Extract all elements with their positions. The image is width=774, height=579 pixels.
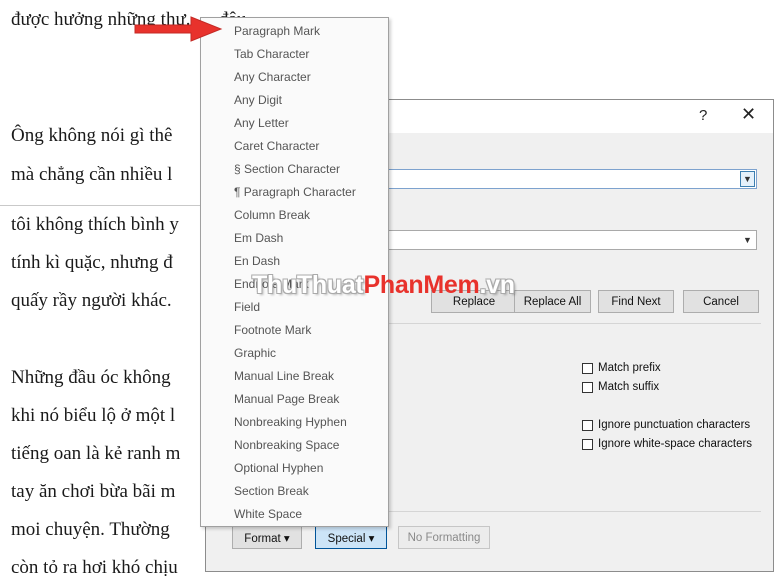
watermark-part: .vn <box>479 271 515 299</box>
match-prefix-label: Match prefix <box>598 362 661 374</box>
doc-line: còn tỏ ra hơi khó chịu <box>11 557 178 578</box>
menu-item-section-character[interactable]: § Section Character <box>234 162 340 176</box>
replace-with-input[interactable]: ▼ <box>386 230 757 250</box>
menu-item-section-break[interactable]: Section Break <box>234 484 309 498</box>
doc-line: khi nó biểu lộ ở một l <box>11 405 176 426</box>
doc-line: mà chẳng cần nhiều l <box>11 164 173 185</box>
menu-item-graphic[interactable]: Graphic <box>234 346 276 360</box>
no-formatting-button: No Formatting <box>398 526 490 549</box>
find-next-button[interactable]: Find Next <box>598 290 674 313</box>
doc-line: tay ăn chơi bừa bãi m <box>11 481 176 502</box>
ignore-whitespace-checkbox[interactable]: Ignore white-space characters <box>582 438 752 450</box>
menu-item-field[interactable]: Field <box>234 300 260 314</box>
menu-item-white-space[interactable]: White Space <box>234 507 302 521</box>
match-suffix-label: Match suffix <box>598 381 660 393</box>
watermark-logo: ThuThuatPhanMem.vn <box>252 271 515 300</box>
red-arrow-icon <box>134 16 223 42</box>
menu-item-column-break[interactable]: Column Break <box>234 208 310 222</box>
format-button[interactable]: Format ▾ <box>232 526 302 549</box>
menu-item-any-digit[interactable]: Any Digit <box>234 93 282 107</box>
cancel-button[interactable]: Cancel <box>683 290 759 313</box>
close-icon[interactable]: ✕ <box>741 104 756 125</box>
help-icon[interactable]: ? <box>699 107 707 124</box>
menu-item-nonbreaking-space[interactable]: Nonbreaking Space <box>234 438 339 452</box>
watermark-part: ThuThuat <box>252 271 364 299</box>
doc-line: Ông không nói gì thê <box>11 125 173 146</box>
ignore-whitespace-label: Ignore white-space characters <box>598 438 753 450</box>
menu-item-any-letter[interactable]: Any Letter <box>234 116 289 130</box>
chevron-down-icon[interactable]: ▼ <box>740 171 755 187</box>
doc-line: moi chuyện. Thường <box>11 519 170 540</box>
special-button[interactable]: Special ▾ <box>315 526 387 549</box>
checkbox-box[interactable] <box>582 438 593 450</box>
ignore-punctuation-label: Ignore punctuation characters <box>598 419 751 431</box>
doc-line: quấy rầy người khác. <box>11 290 172 311</box>
find-what-input[interactable]: ▼ <box>386 169 757 189</box>
menu-item-optional-hyphen[interactable]: Optional Hyphen <box>234 461 323 475</box>
menu-item-caret-character[interactable]: Caret Character <box>234 139 319 153</box>
menu-item-manual-page-break[interactable]: Manual Page Break <box>234 392 339 406</box>
checkbox-box[interactable] <box>582 362 593 374</box>
doc-line: tôi không thích bình y <box>11 214 179 235</box>
menu-item-tab-character[interactable]: Tab Character <box>234 47 309 61</box>
doc-line: tiếng oan là kẻ ranh m <box>11 443 181 464</box>
checkbox-box[interactable] <box>582 381 593 393</box>
replace-all-button[interactable]: Replace All <box>514 290 591 313</box>
checkbox-box[interactable] <box>582 419 593 431</box>
menu-item-nonbreaking-hyphen[interactable]: Nonbreaking Hyphen <box>234 415 347 429</box>
doc-divider <box>0 205 205 206</box>
menu-item-manual-line-break[interactable]: Manual Line Break <box>234 369 334 383</box>
match-prefix-checkbox[interactable]: Match prefix <box>582 362 661 374</box>
watermark-part: PhanMem <box>363 271 480 299</box>
doc-line: tính kì quặc, nhưng đ <box>11 252 173 273</box>
chevron-down-icon[interactable]: ▼ <box>740 232 755 248</box>
menu-item-any-character[interactable]: Any Character <box>234 70 311 84</box>
menu-item-em-dash[interactable]: Em Dash <box>234 231 283 245</box>
menu-item-paragraph-mark[interactable]: Paragraph Mark <box>234 24 320 38</box>
match-suffix-checkbox[interactable]: Match suffix <box>582 381 659 393</box>
doc-line: Những đầu óc không <box>11 367 171 388</box>
ignore-punctuation-checkbox[interactable]: Ignore punctuation characters <box>582 419 750 431</box>
menu-item-footnote-mark[interactable]: Footnote Mark <box>234 323 311 337</box>
menu-item-en-dash[interactable]: En Dash <box>234 254 280 268</box>
menu-item-paragraph-character[interactable]: ¶ Paragraph Character <box>234 185 356 199</box>
